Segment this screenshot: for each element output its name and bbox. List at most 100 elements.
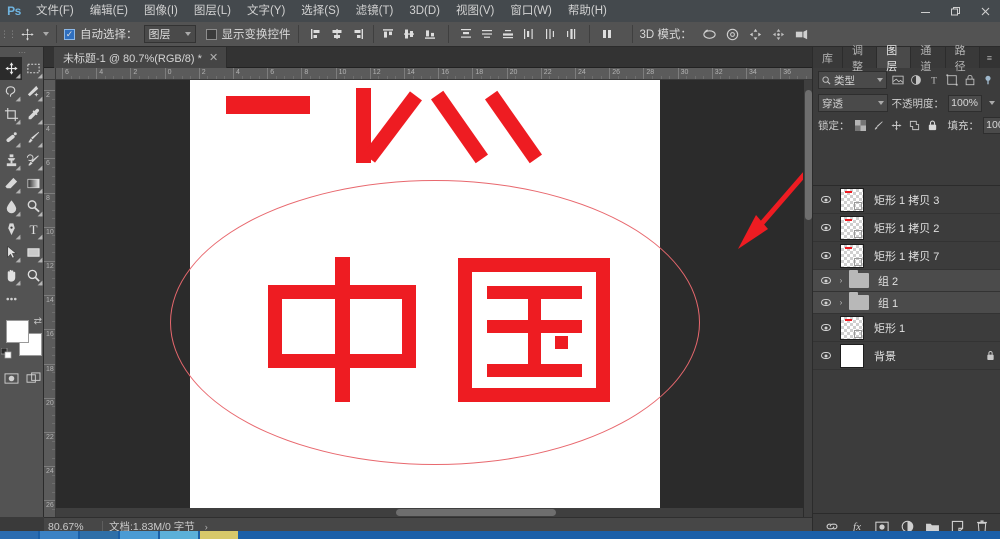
artboard[interactable] [170, 80, 812, 517]
panel-menu-icon[interactable]: ≡ [980, 47, 1000, 68]
dodge-tool[interactable] [22, 195, 44, 218]
horizontal-type-tool[interactable]: T [22, 218, 44, 241]
layer-row[interactable]: › 组 2 [813, 270, 1000, 292]
menu-file[interactable]: 文件(F) [28, 0, 82, 22]
distribute-right-edges-icon[interactable] [562, 25, 581, 44]
tab-adjustments[interactable]: 调整 [843, 45, 878, 73]
crop-tool[interactable] [0, 103, 22, 126]
tab-paths[interactable]: 路径 [945, 45, 980, 73]
layer-row[interactable]: 矩形 1 拷贝 2 [813, 214, 1000, 242]
distribute-vertical-centers-icon[interactable] [478, 25, 497, 44]
group-expand-chevron-right-icon[interactable]: › [836, 276, 846, 285]
align-right-edges-icon[interactable] [349, 25, 368, 44]
brush-tool[interactable] [22, 126, 44, 149]
align-vertical-centers-icon[interactable] [400, 25, 419, 44]
minimize-button[interactable] [910, 0, 940, 22]
default-colors-icon[interactable] [1, 348, 12, 359]
rectangle-tool[interactable] [22, 241, 44, 264]
layer-row[interactable]: › 组 1 [813, 292, 1000, 314]
clone-stamp-tool[interactable] [0, 149, 22, 172]
align-left-edges-icon[interactable] [307, 25, 326, 44]
layer-filter-kind-dropdown[interactable]: 类型 [818, 71, 888, 89]
move-tool[interactable] [0, 57, 22, 80]
layer-visibility-eye-icon[interactable] [816, 242, 836, 269]
layer-visibility-eye-icon[interactable] [816, 186, 836, 213]
hand-tool[interactable] [0, 264, 22, 287]
tab-layers[interactable]: 图层 [877, 45, 912, 73]
tab-library[interactable]: 库 [813, 47, 843, 68]
lock-position-icon[interactable] [890, 117, 904, 133]
taskbar-start-icon[interactable] [0, 531, 38, 539]
auto-align-layers-icon[interactable] [598, 25, 617, 44]
zoom-tool[interactable] [22, 264, 44, 287]
fill-value-field[interactable]: 100% [983, 116, 1000, 134]
lock-all-icon[interactable] [926, 117, 940, 133]
filter-type-layers-icon[interactable]: T [927, 71, 941, 89]
taskbar-item-2[interactable] [80, 531, 118, 539]
menu-help[interactable]: 帮助(H) [560, 0, 615, 22]
menu-select[interactable]: 选择(S) [293, 0, 347, 22]
filter-pixel-layers-icon[interactable] [891, 71, 905, 89]
menu-type[interactable]: 文字(Y) [239, 0, 293, 22]
slide-3d-object-icon[interactable] [768, 25, 789, 44]
layer-row[interactable]: 矩形 1 [813, 314, 1000, 342]
swap-colors-icon[interactable]: ⇄ [34, 316, 42, 327]
layer-visibility-eye-icon[interactable] [816, 342, 836, 369]
lock-artboard-nesting-icon[interactable] [908, 117, 922, 133]
align-horizontal-centers-icon[interactable] [328, 25, 347, 44]
opacity-value-field[interactable]: 100% [948, 94, 982, 112]
status-expand-arrow-icon[interactable]: › [205, 522, 208, 532]
close-icon[interactable]: ✕ [209, 51, 218, 64]
distribute-bottom-edges-icon[interactable] [499, 25, 518, 44]
layer-thumbnail[interactable] [836, 242, 868, 269]
menu-filter[interactable]: 滤镜(T) [348, 0, 402, 22]
vertical-ruler[interactable]: 2 4 6 8 10 12 14 16 18 20 22 24 26 [44, 80, 56, 517]
auto-select-check-icon[interactable]: ✓ [64, 28, 75, 40]
path-selection-tool[interactable] [0, 241, 22, 264]
layer-visibility-eye-icon[interactable] [816, 270, 836, 291]
rotate-3d-object-icon[interactable] [699, 25, 720, 44]
lasso-tool[interactable] [0, 80, 22, 103]
maximize-button[interactable] [940, 0, 970, 22]
ellipse-shape-path[interactable] [170, 180, 700, 465]
align-bottom-edges-icon[interactable] [421, 25, 440, 44]
layer-thumbnail[interactable] [836, 314, 868, 341]
roll-3d-object-icon[interactable] [722, 25, 743, 44]
layer-visibility-eye-icon[interactable] [816, 214, 836, 241]
ruler-corner[interactable] [44, 68, 56, 80]
layer-row[interactable]: 矩形 1 拷贝 3 [813, 186, 1000, 214]
layer-visibility-eye-icon[interactable] [816, 292, 836, 313]
show-transform-controls-checkbox[interactable]: 显示变换控件 [205, 26, 291, 42]
foreground-color-swatch[interactable] [6, 320, 29, 343]
layer-visibility-eye-icon[interactable] [816, 314, 836, 341]
eyedropper-tool[interactable] [22, 103, 44, 126]
eraser-tool[interactable] [0, 172, 22, 195]
taskbar-item-1[interactable] [40, 531, 78, 539]
move-tool-preset-icon[interactable] [14, 24, 40, 44]
distribute-horizontal-centers-icon[interactable] [541, 25, 560, 44]
pen-tool[interactable] [0, 218, 22, 241]
blend-mode-dropdown[interactable]: 穿透 [818, 94, 888, 112]
layer-row[interactable]: 背景 [813, 342, 1000, 370]
quick-mask-mode-icon[interactable] [0, 368, 22, 388]
edit-toolbar-button[interactable] [0, 287, 22, 310]
filter-adjustment-layers-icon[interactable] [909, 71, 923, 89]
filter-toggle-switch-icon[interactable] [981, 71, 995, 89]
menu-image[interactable]: 图像(I) [136, 0, 186, 22]
spot-healing-brush-tool[interactable] [0, 126, 22, 149]
distribute-top-edges-icon[interactable] [457, 25, 476, 44]
close-button[interactable] [970, 0, 1000, 22]
menu-3d[interactable]: 3D(D) [401, 0, 448, 22]
layer-thumbnail[interactable] [836, 186, 868, 213]
menu-view[interactable]: 视图(V) [448, 0, 502, 22]
lock-image-pixels-icon[interactable] [872, 117, 886, 133]
filter-smart-objects-icon[interactable] [963, 71, 977, 89]
taskbar-item-5[interactable] [200, 531, 238, 539]
menu-edit[interactable]: 编辑(E) [82, 0, 136, 22]
distribute-left-edges-icon[interactable] [520, 25, 539, 44]
show-transform-check-icon[interactable] [205, 28, 217, 40]
align-top-edges-icon[interactable] [379, 25, 398, 44]
menu-layer[interactable]: 图层(L) [186, 0, 239, 22]
lock-transparent-pixels-icon[interactable] [854, 117, 868, 133]
auto-select-target-dropdown[interactable]: 图层 [143, 25, 196, 43]
